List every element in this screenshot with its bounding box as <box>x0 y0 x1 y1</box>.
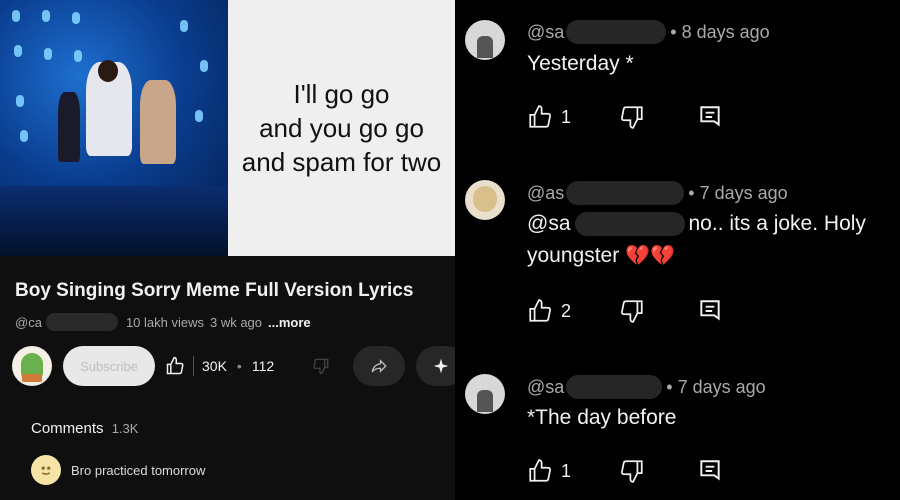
top-comment[interactable]: Bro practiced tomorrow <box>31 455 205 485</box>
like-count: 2 <box>561 300 572 321</box>
channel-handle[interactable]: @ca <box>15 315 42 330</box>
reply-header: @sa • 7 days ago <box>527 375 766 399</box>
reply-icon[interactable] <box>697 104 723 130</box>
reply-text: *The day before <box>527 406 677 429</box>
reply-actions: 1 <box>527 104 723 130</box>
reply-actions: 1 <box>527 458 723 484</box>
redacted-handle <box>566 375 663 399</box>
reply-handle[interactable]: @as <box>527 183 564 204</box>
reply-icon[interactable] <box>697 458 723 484</box>
like-count: 1 <box>561 106 572 127</box>
comments-label: Comments <box>31 420 104 437</box>
redacted-handle <box>566 181 685 205</box>
video-actions: Subscribe 30K • 112 <box>0 346 466 388</box>
reply-header: @sa • 8 days ago <box>527 20 770 44</box>
reply-avatar[interactable] <box>465 180 505 220</box>
share-button[interactable] <box>353 346 405 386</box>
view-count: 10 lakh views <box>125 314 204 330</box>
secondary-count: 112 <box>251 358 275 374</box>
comments-header[interactable]: Comments 1.3K <box>31 420 138 437</box>
top-comment-text: Bro practiced tomorrow <box>71 462 206 478</box>
reply-avatar[interactable] <box>465 20 505 60</box>
thumbs-up-icon[interactable] <box>527 458 553 484</box>
broken-heart-icon: 💔💔 <box>625 245 675 267</box>
reply-handle[interactable]: @sa <box>527 22 564 43</box>
reply-actions: 2 <box>527 298 723 324</box>
thumbs-down-icon[interactable] <box>619 104 645 130</box>
video-player[interactable]: I'll go go and you go go and spam for tw… <box>0 0 455 256</box>
reply-header: @as • 7 days ago <box>527 181 788 205</box>
like-count: 30K <box>202 358 227 374</box>
reply-text-part: no.. its a joke. Holy <box>688 212 866 235</box>
reply-time: • 7 days ago <box>666 376 766 397</box>
like-count: 1 <box>561 460 572 481</box>
reply-avatar[interactable] <box>465 374 505 414</box>
share-icon <box>370 357 388 375</box>
dislike-icon[interactable] <box>312 357 330 375</box>
reply-text: @sa no.. its a joke. Holy youngster 💔💔 <box>527 208 897 272</box>
thumbs-down-icon[interactable] <box>619 458 645 484</box>
video-title[interactable]: Boy Singing Sorry Meme Full Version Lyri… <box>15 280 413 302</box>
reply-time: • 8 days ago <box>670 21 770 42</box>
reply-time: • 7 days ago <box>688 182 788 203</box>
redacted-channel <box>45 313 118 331</box>
video-meta: @ca 10 lakh views 3 wk ago ...more <box>15 313 311 331</box>
subscribe-button[interactable]: Subscribe <box>63 346 155 386</box>
caption-line: I'll go go <box>293 79 390 109</box>
reply-text: Yesterday * <box>527 52 634 75</box>
video-frame-stage <box>0 0 228 256</box>
upload-age: 3 wk ago <box>209 314 263 330</box>
caption-line: and spam for two <box>241 147 442 177</box>
reply-icon[interactable] <box>697 298 723 324</box>
reply-text-part: youngster <box>527 244 620 267</box>
thumbs-up-icon[interactable] <box>527 104 553 130</box>
meme-caption: I'll go go and you go go and spam for tw… <box>228 0 455 256</box>
reply-handle[interactable]: @sa <box>527 377 564 398</box>
thumbs-up-icon[interactable] <box>165 356 185 376</box>
reply-mention[interactable]: @sa <box>527 212 571 235</box>
reply-thread: @sa • 8 days ago Yesterday * 1 @as • 7 d… <box>455 0 900 500</box>
redacted-handle <box>566 20 667 44</box>
channel-avatar[interactable] <box>12 346 52 386</box>
sparkle-icon <box>433 358 449 374</box>
thumbs-down-icon[interactable] <box>619 298 645 324</box>
thumbs-up-icon[interactable] <box>527 298 553 324</box>
more-link[interactable]: ...more <box>268 315 311 330</box>
commenter-avatar <box>31 455 61 485</box>
video-panel: I'll go go and you go go and spam for tw… <box>0 0 466 500</box>
caption-line: and you go go <box>259 113 424 143</box>
comments-count: 1.3K <box>111 421 139 436</box>
redacted-mention <box>574 212 685 237</box>
